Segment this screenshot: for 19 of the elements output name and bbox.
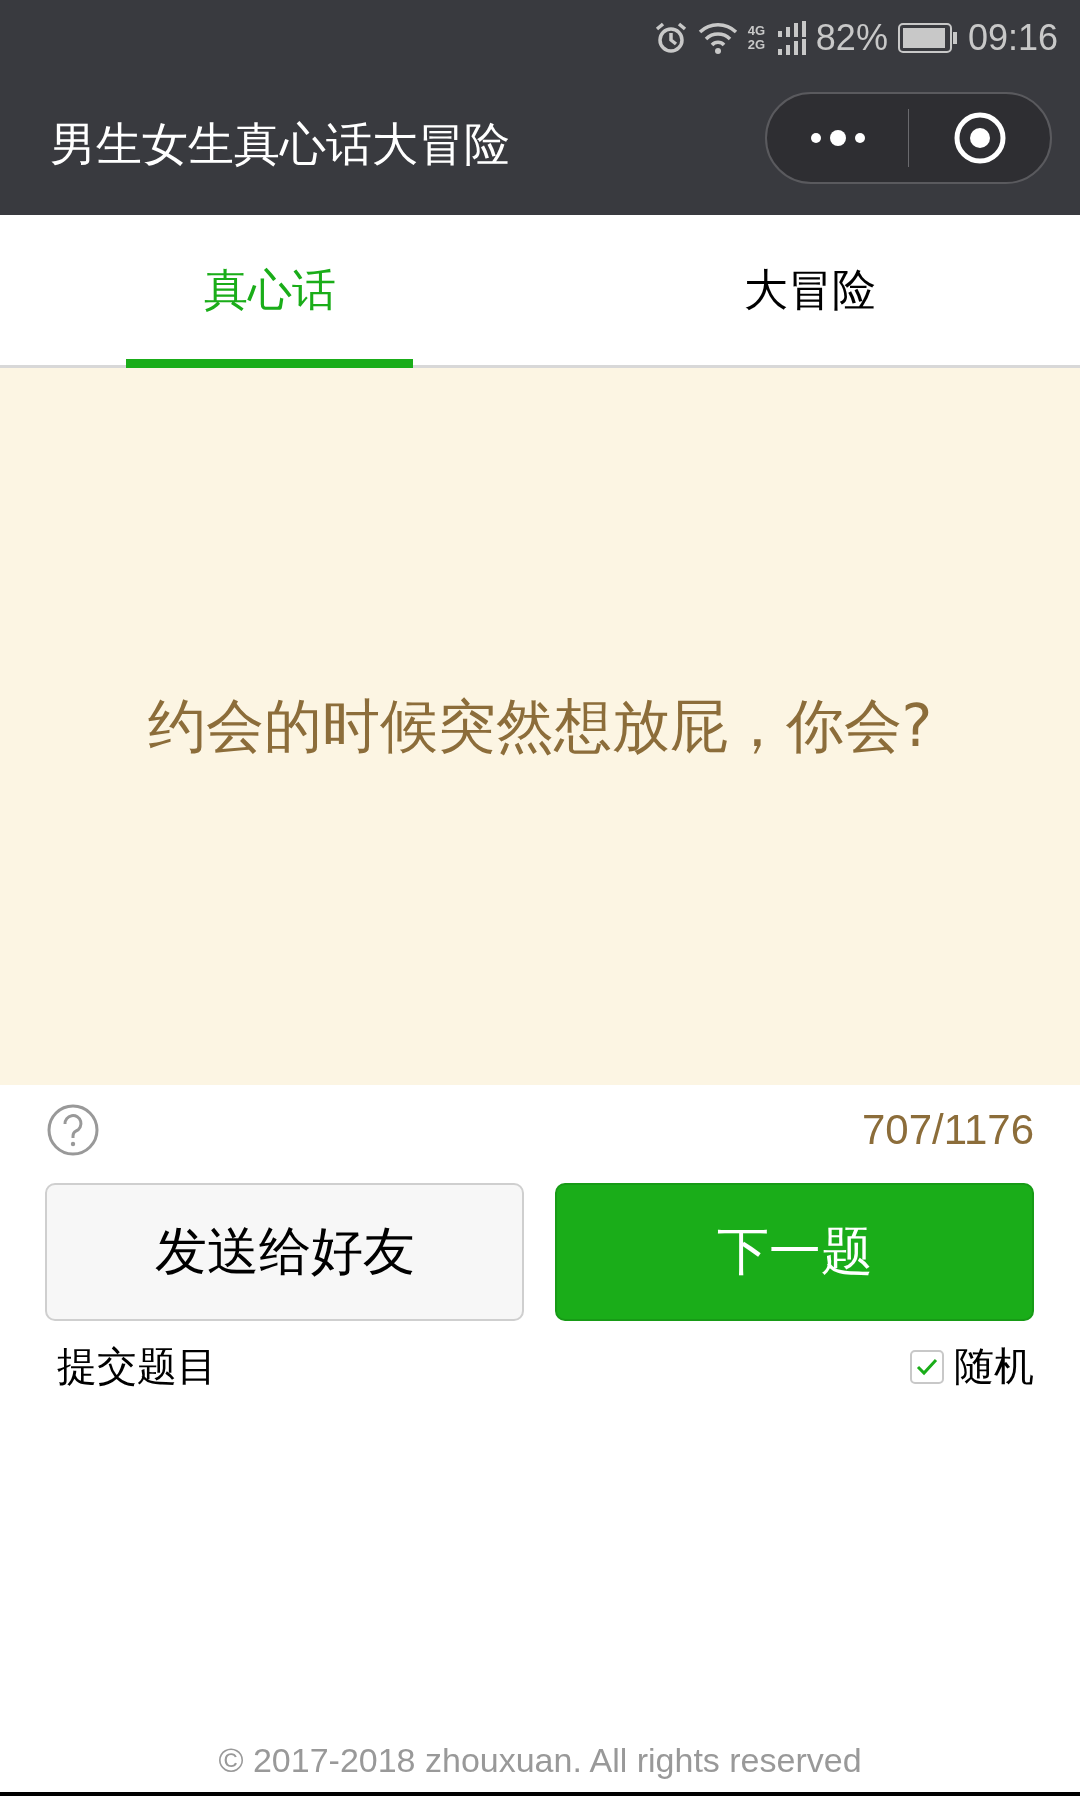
alarm-icon [653, 20, 688, 55]
battery-icon [897, 22, 958, 53]
network-label: 4G 2G [747, 23, 767, 52]
page-title: 男生女生真心话大冒险 [50, 116, 510, 173]
random-checkbox[interactable] [910, 1349, 944, 1384]
submit-link[interactable]: 提交题目 [57, 1339, 217, 1394]
copyright-text: © 2017-2018 zhouxuan. All rights reserved [218, 1741, 862, 1779]
wifi-icon [697, 21, 738, 54]
share-button[interactable]: 发送给好友 [45, 1183, 524, 1321]
signal-icon [777, 20, 806, 55]
help-icon[interactable] [46, 1103, 100, 1157]
battery-percent: 82% [815, 16, 888, 59]
check-icon [916, 1357, 938, 1376]
tab[interactable]: 大冒险 [744, 260, 876, 320]
clock: 09:16 [967, 16, 1058, 59]
question-text: 约会的时候突然想放屁，你会? [147, 690, 933, 762]
question-counter: 707/1176 [861, 1106, 1034, 1154]
more-icon[interactable] [809, 128, 866, 148]
random-label: 随机 [954, 1342, 1034, 1391]
